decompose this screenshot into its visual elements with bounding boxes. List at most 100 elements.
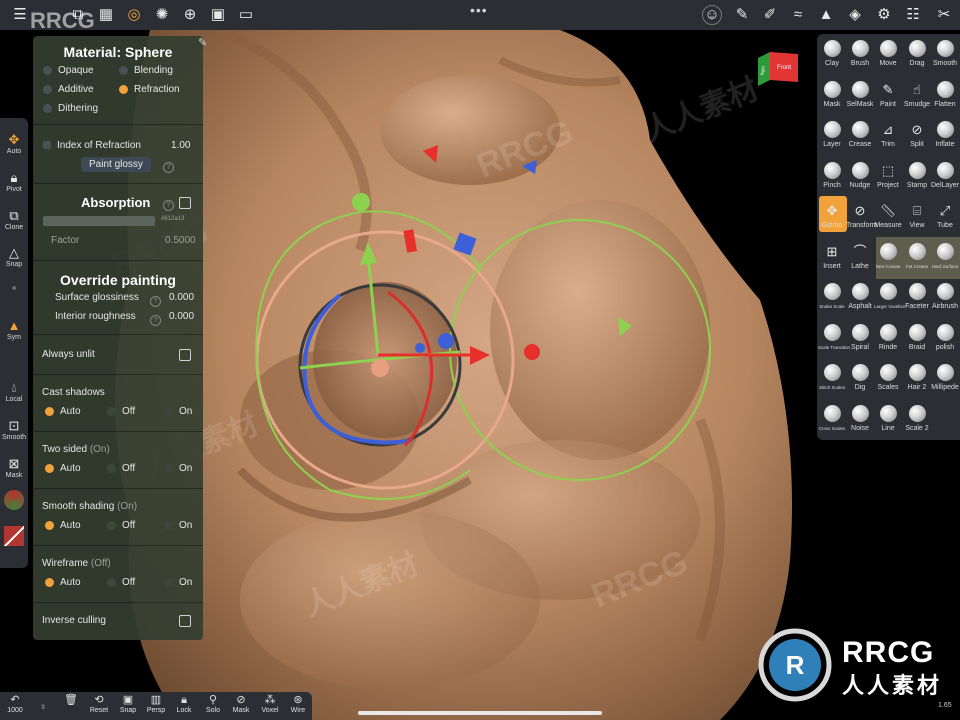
mode-additive[interactable]: Additive <box>43 84 94 95</box>
wireframe-auto[interactable]: Auto <box>45 577 81 588</box>
grid-icon[interactable]: ▦ <box>96 5 116 25</box>
brush-smooth[interactable]: Smooth <box>931 40 959 67</box>
brush-faceter[interactable]: Faceter <box>903 283 931 310</box>
menu-icon[interactable]: ☰ <box>10 5 30 25</box>
brush-crease[interactable]: Crease <box>846 121 874 148</box>
wireframe-off[interactable]: Off <box>107 577 135 588</box>
brush-paint[interactable]: ✎ Paint <box>874 81 902 108</box>
lock-button[interactable]: 🔒︎ Lock <box>171 693 197 714</box>
brush-line[interactable]: Line <box>874 404 902 432</box>
brush-hard-surface[interactable]: Hard Surface <box>931 242 959 269</box>
persp-button[interactable]: ▥ Persp <box>143 693 169 714</box>
brush-drag[interactable]: Drag <box>903 40 931 67</box>
brush-spiral[interactable]: Spiral <box>846 323 874 351</box>
color-picker-swatch[interactable] <box>4 490 24 510</box>
video-icon[interactable]: ▭ <box>236 5 256 25</box>
two-sided-on[interactable]: On <box>164 463 192 474</box>
brush-layer[interactable]: Layer <box>818 121 846 148</box>
brush-insert[interactable]: ⊞ Insert <box>818 243 846 270</box>
tool-clone[interactable]: ⧉ Clone <box>0 208 28 231</box>
mode-opaque[interactable]: Opaque <box>43 65 94 76</box>
cast-shadows-off[interactable]: Off <box>107 406 135 417</box>
brush-selmask[interactable]: SelMask <box>846 80 874 108</box>
tool-local[interactable]: 💧︎ Local <box>0 380 28 403</box>
pin-icon[interactable]: ✎ <box>198 36 207 49</box>
absorption-color-bar[interactable] <box>43 216 155 226</box>
brush-dig[interactable]: Dig <box>846 364 874 391</box>
factor-slider[interactable]: Factor <box>51 235 79 246</box>
snap-button[interactable]: ▣ Snap <box>115 693 141 714</box>
surface-gloss-slider[interactable]: Surface glossiness <box>55 292 139 303</box>
brush-mask[interactable]: Mask <box>818 80 846 108</box>
cast-shadows-auto[interactable]: Auto <box>45 406 81 417</box>
image-icon[interactable]: ▣ <box>208 5 228 25</box>
brush-brush[interactable]: Brush <box>846 40 874 67</box>
smile-icon[interactable]: ☺ <box>702 5 722 25</box>
picker-icon[interactable]: ✐ <box>760 5 780 25</box>
brush-trim[interactable]: ⊿ Trim <box>874 121 902 148</box>
smooth-shading-off[interactable]: Off <box>107 520 135 531</box>
two-sided-off[interactable]: Off <box>107 463 135 474</box>
tool-sym[interactable]: ▲ Sym <box>0 318 28 341</box>
brush-transform[interactable]: ⊘ Transform <box>846 202 878 229</box>
always-unlit-checkbox[interactable] <box>179 349 191 361</box>
help-icon[interactable]: ? <box>163 197 174 215</box>
brush-braid[interactable]: Braid <box>903 323 931 351</box>
cast-shadows-on[interactable]: On <box>164 406 192 417</box>
wire-button[interactable]: ⊛ Wire <box>285 693 311 714</box>
brush-project[interactable]: ⬚ Project <box>874 162 902 189</box>
scissors-icon[interactable]: ✂ <box>934 5 954 25</box>
brush-scales[interactable]: Scales <box>874 364 902 391</box>
reset-button[interactable]: ⟲ Reset <box>86 693 112 714</box>
brush-nudge[interactable]: Nudge <box>846 161 874 189</box>
color-swatch-none[interactable] <box>4 526 24 546</box>
brush-cross-scales[interactable]: Cross Scales <box>818 404 846 431</box>
help-icon[interactable]: ? <box>150 293 161 311</box>
tool-pivot[interactable]: 🔒︎ Pivot <box>0 170 28 193</box>
brush-polish[interactable]: polish <box>931 323 959 351</box>
mask-button[interactable]: ⊘ Mask <box>228 693 254 714</box>
material-icon[interactable]: ◎ <box>124 5 144 25</box>
brush-lathe[interactable]: ⌒ Lathe <box>846 243 874 270</box>
brush-gizmo[interactable]: ✥ Gizmo <box>818 202 846 229</box>
help-icon[interactable]: ? <box>150 312 161 330</box>
view-cube[interactable]: Front Right <box>756 50 800 88</box>
brush-tube[interactable]: ⤢ Tube <box>931 202 959 229</box>
brush-larger-voxelize[interactable]: Larger Voxelize <box>874 283 905 309</box>
brush-millipede[interactable]: Millipede <box>931 364 959 391</box>
undo-button[interactable]: ↶ 1000 <box>2 693 28 714</box>
sliders-icon[interactable]: ☷ <box>903 5 923 25</box>
paint-brush-icon[interactable]: ✎ <box>732 5 752 25</box>
brush-fat-crease[interactable]: Fat Crease <box>903 242 931 269</box>
stroke-icon[interactable]: ≈ <box>788 5 808 25</box>
brush-inflate[interactable]: Inflate <box>931 121 959 148</box>
brush-clay[interactable]: Clay <box>818 40 846 67</box>
brush-stamp[interactable]: Stamp <box>903 161 931 189</box>
more-dots-icon[interactable]: ••• <box>470 2 488 18</box>
tool-smooth[interactable]: ⊡ Smooth <box>0 418 28 441</box>
brush-airbrush[interactable]: Airbrush <box>931 283 959 310</box>
settings-icon[interactable]: ⚙ <box>874 5 894 25</box>
ior-slider[interactable]: Index of Refraction <box>43 140 141 151</box>
brush-new-crease[interactable]: New Crease <box>874 242 902 269</box>
inverse-culling-checkbox[interactable] <box>179 615 191 627</box>
tool-mask[interactable]: ⊠ Mask <box>0 456 28 479</box>
voxel-button[interactable]: ⁂ Voxel <box>257 693 283 714</box>
brush-smudge[interactable]: ☝︎ Smudge <box>903 81 931 108</box>
brush-dellayer[interactable]: DelLayer <box>931 161 959 189</box>
mode-dithering[interactable]: Dithering <box>43 103 98 114</box>
brush-split[interactable]: ⊘ Split <box>903 121 931 148</box>
wireframe-on[interactable]: On <box>164 577 192 588</box>
brush-snake-scale[interactable]: Snake Scale <box>818 283 846 309</box>
brush-noise[interactable]: Noise <box>846 404 874 432</box>
sun-icon[interactable]: ✺ <box>152 5 172 25</box>
brush-flatten[interactable]: Flatten <box>931 80 959 108</box>
warning-icon[interactable]: ▲ <box>816 5 836 25</box>
brush-hair-2[interactable]: Hair 2 <box>903 364 931 391</box>
tool-auto[interactable]: ✥ Auto <box>0 132 28 155</box>
mode-blending[interactable]: Blending <box>119 65 173 76</box>
trash-button[interactable]: 🗑︎ <box>58 693 84 707</box>
brush-scale-transition[interactable]: Scale Transition <box>818 323 850 350</box>
brush-stitch-scales[interactable]: Stitch Scales <box>818 364 846 390</box>
brush-scale-2[interactable]: Scale 2 <box>903 404 931 432</box>
